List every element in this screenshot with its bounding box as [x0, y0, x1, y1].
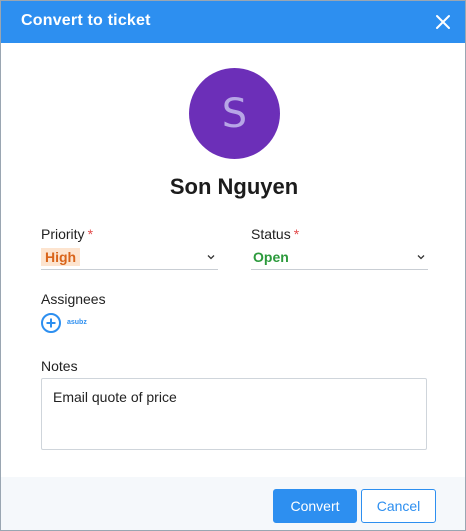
- convert-button[interactable]: Convert: [273, 489, 357, 523]
- assignee-logo: asubz: [67, 319, 87, 326]
- priority-select[interactable]: High: [41, 246, 218, 270]
- dialog-title: Convert to ticket: [21, 12, 151, 29]
- priority-label-group: Priority *: [41, 226, 93, 242]
- add-assignee-button[interactable]: [41, 313, 61, 333]
- chevron-down-icon: [207, 255, 215, 260]
- dialog-titlebar: Convert to ticket: [1, 1, 465, 43]
- cancel-button[interactable]: Cancel: [361, 489, 436, 523]
- assignees-label: Assignees: [41, 291, 106, 307]
- status-select[interactable]: Open: [251, 246, 428, 270]
- status-label: Status: [251, 226, 291, 242]
- chevron-down-icon: [417, 255, 425, 260]
- avatar-initial: S: [221, 90, 248, 137]
- status-label-group: Status *: [251, 226, 299, 242]
- notes-label: Notes: [41, 358, 78, 374]
- status-value: Open: [253, 249, 289, 265]
- notes-textarea[interactable]: Email quote of price: [41, 378, 427, 450]
- priority-label: Priority: [41, 226, 85, 242]
- avatar: S: [189, 68, 280, 159]
- convert-to-ticket-dialog: Convert to ticket S Son Nguyen Priority *…: [0, 0, 466, 531]
- plus-circle-icon: [46, 318, 56, 328]
- contact-name: Son Nguyen: [169, 174, 299, 199]
- close-icon[interactable]: [433, 12, 453, 32]
- required-mark: *: [293, 226, 300, 242]
- dialog-footer: Convert Cancel: [1, 477, 465, 530]
- priority-value: High: [41, 248, 81, 266]
- required-mark: *: [87, 226, 94, 242]
